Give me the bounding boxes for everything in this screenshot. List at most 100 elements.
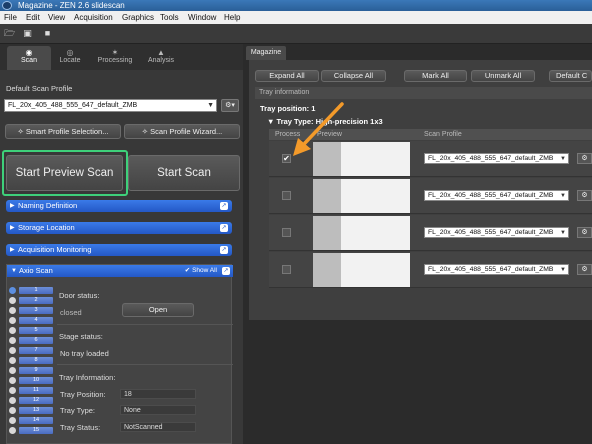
chevron-down-icon: ▼ — [560, 267, 566, 273]
wand-icon: ✧ — [141, 127, 149, 136]
start-preview-scan-button[interactable]: Start Preview Scan — [6, 155, 123, 191]
expand-arrow-icon: ▶ — [10, 225, 15, 231]
menu-edit[interactable]: Edit — [26, 11, 40, 24]
process-checkbox[interactable] — [282, 191, 291, 200]
position-row[interactable]: 6 — [9, 337, 53, 344]
position-row[interactable]: 14 — [9, 417, 53, 424]
row-settings-button[interactable]: ⚙ — [577, 190, 592, 201]
table-row: FL_20x_405_488_555_647_default_ZMB ▼ ⚙ — [269, 252, 592, 288]
profile-settings-button[interactable]: ⚙▾ — [221, 99, 239, 112]
axio-scan-header[interactable]: ▼ Axio Scan ✔ Show All ↗ — [7, 265, 233, 277]
chevron-down-icon: ▼ — [560, 193, 566, 199]
smart-profile-selection-button[interactable]: ✧ Smart Profile Selection... — [5, 124, 121, 139]
title-bar: Magazine - ZEN 2.6 slidescan — [0, 0, 592, 11]
column-process: Process — [275, 131, 301, 138]
position-row[interactable]: 15 — [9, 427, 53, 434]
position-row[interactable]: 5 — [9, 327, 53, 334]
row-scan-profile-dropdown[interactable]: FL_20x_405_488_555_647_default_ZMB ▼ — [424, 264, 569, 275]
slide-table-header: Process Preview Scan Profile — [269, 129, 592, 140]
scan-profile-wizard-button[interactable]: ✧ Scan Profile Wizard... — [124, 124, 240, 139]
slide-preview-thumbnail[interactable] — [313, 216, 410, 250]
unmark-all-button[interactable]: Unmark All — [471, 70, 535, 82]
storage-location-section[interactable]: ▶ Storage Location ↗ — [6, 222, 232, 234]
processing-icon: ✶ — [111, 48, 119, 57]
tab-processing[interactable]: ✶ Processing — [93, 46, 137, 70]
tray-type-label: Tray Type: — [60, 406, 96, 415]
tab-magazine[interactable]: Magazine — [246, 46, 286, 60]
slide-preview-thumbnail[interactable] — [313, 253, 410, 287]
position-row[interactable]: 12 — [9, 397, 53, 404]
pin-icon[interactable]: ↗ — [220, 202, 228, 210]
position-row[interactable]: 13 — [9, 407, 53, 414]
row-scan-profile-dropdown[interactable]: FL_20x_405_488_555_647_default_ZMB ▼ — [424, 227, 569, 238]
menu-acquisition[interactable]: Acquisition — [74, 11, 113, 24]
tray-information-bar: Tray information — [255, 87, 592, 99]
row-scan-profile-dropdown[interactable]: FL_20x_405_488_555_647_default_ZMB ▼ — [424, 153, 569, 164]
slide-preview-thumbnail[interactable] — [313, 142, 410, 176]
slide-preview-thumbnail[interactable] — [313, 179, 410, 213]
position-row[interactable]: 4 — [9, 317, 53, 324]
open-folder-icon[interactable]: 🗁 — [4, 29, 15, 38]
tab-locate[interactable]: ◎ Locate — [48, 46, 92, 70]
tab-scan[interactable]: ◉ Scan — [7, 46, 51, 70]
show-all-toggle[interactable]: ✔ Show All — [185, 265, 217, 277]
row-scan-profile-dropdown[interactable]: FL_20x_405_488_555_647_default_ZMB ▼ — [424, 190, 569, 201]
start-scan-button[interactable]: Start Scan — [128, 155, 240, 191]
process-checkbox[interactable] — [282, 265, 291, 274]
position-row[interactable]: 2 — [9, 297, 53, 304]
menu-view[interactable]: View — [48, 11, 65, 24]
row-settings-button[interactable]: ⚙ — [577, 153, 592, 164]
menu-help[interactable]: Help — [224, 11, 240, 24]
collapse-arrow-icon[interactable]: ▼ — [267, 117, 274, 126]
default-scan-profile-label: Default Scan Profile — [6, 84, 73, 93]
naming-definition-section[interactable]: ▶ Naming Definition ↗ — [6, 200, 232, 212]
position-row[interactable]: 10 — [9, 377, 53, 384]
tray-position-field: 18 — [120, 389, 196, 399]
tab-analysis[interactable]: ▲ Analysis — [139, 46, 183, 70]
open-door-button[interactable]: Open — [122, 303, 194, 317]
gear-icon: ⚙▾ — [225, 102, 235, 109]
table-row: FL_20x_405_488_555_647_default_ZMB ▼ ⚙ — [269, 215, 592, 251]
row-settings-button[interactable]: ⚙ — [577, 227, 592, 238]
camera-icon[interactable]: ■ — [42, 29, 53, 38]
mark-all-button[interactable]: Mark All — [404, 70, 467, 82]
save-icon[interactable]: ▣ — [22, 29, 33, 38]
tray-information-label: Tray Information: — [59, 373, 116, 382]
column-preview: Preview — [317, 131, 342, 138]
menu-window[interactable]: Window — [188, 11, 216, 24]
menu-bar: File Edit View Acquisition Graphics Tool… — [0, 11, 592, 24]
pin-icon[interactable]: ↗ — [220, 246, 228, 254]
default-button[interactable]: Default C — [549, 70, 592, 82]
wand-icon: ✧ — [17, 127, 24, 136]
menu-graphics[interactable]: Graphics — [122, 11, 154, 24]
stage-status-label: Stage status: — [59, 332, 103, 341]
pin-icon[interactable]: ↗ — [220, 224, 228, 232]
tray-status-label: Tray Status: — [60, 423, 101, 432]
zeiss-logo-icon — [2, 1, 12, 10]
stage-status-value: No tray loaded — [60, 349, 109, 358]
menu-file[interactable]: File — [4, 11, 17, 24]
gear-icon: ⚙ — [581, 155, 588, 162]
position-row[interactable]: 7 — [9, 347, 53, 354]
expand-all-button[interactable]: Expand All — [255, 70, 319, 82]
tray-type-title: ▼ Tray Type: High-precision 1x3 — [267, 117, 383, 126]
position-row[interactable]: 1 — [9, 287, 53, 294]
position-row[interactable]: 3 — [9, 307, 53, 314]
process-checkbox[interactable] — [282, 228, 291, 237]
position-row[interactable]: 9 — [9, 367, 53, 374]
menu-tools[interactable]: Tools — [160, 11, 179, 24]
process-checkbox[interactable]: ✔ — [282, 154, 291, 163]
table-row: ✔ FL_20x_405_488_555_647_default_ZMB ▼ ⚙ — [269, 141, 592, 177]
position-row[interactable]: 11 — [9, 387, 53, 394]
row-settings-button[interactable]: ⚙ — [577, 264, 592, 275]
gear-icon: ⚙ — [581, 192, 588, 199]
pin-icon[interactable]: ↗ — [222, 267, 230, 275]
position-row[interactable]: 8 — [9, 357, 53, 364]
table-row: FL_20x_405_488_555_647_default_ZMB ▼ ⚙ — [269, 178, 592, 214]
scan-icon: ◉ — [25, 48, 33, 57]
door-status-value: closed — [60, 308, 82, 317]
expand-arrow-icon: ▶ — [10, 247, 15, 253]
collapse-all-button[interactable]: Collapse All — [321, 70, 386, 82]
scan-profile-dropdown[interactable]: FL_20x_405_488_555_647_default_ZMB ▼ — [4, 99, 217, 112]
acquisition-monitoring-section[interactable]: ▶ Acquisition Monitoring ↗ — [6, 244, 232, 256]
